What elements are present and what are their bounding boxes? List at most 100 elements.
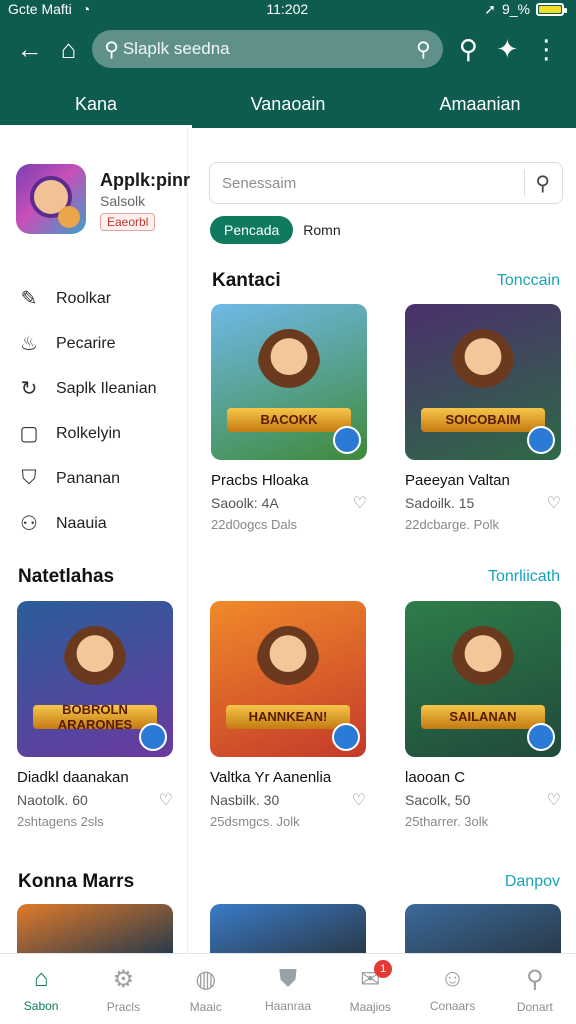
heart-icon[interactable]: ♡ xyxy=(159,790,173,810)
game-subtitle: Sacolk, 50 xyxy=(405,792,471,808)
game-title: Valtka Yr Aanenlia xyxy=(210,769,332,786)
section-see-all-link[interactable]: Tonrliicath xyxy=(488,568,560,586)
sidebar-item-rolkelyin[interactable]: ▢ Rolkelyin xyxy=(18,411,157,456)
game-card[interactable]: SOICOBAIM Paeeyan Valtan Sadoilk. 15 ♡ 22dcb… xyxy=(405,304,561,532)
sidebar-item-saplk-ileanian[interactable]: ↻ Saplk Ileanian xyxy=(18,366,157,411)
nav-haanraa[interactable]: ⛊ Haanraa xyxy=(247,954,329,1024)
tab-kana[interactable]: Kana xyxy=(0,80,192,128)
heart-icon[interactable]: ♡ xyxy=(547,493,561,513)
game-subrow: Sadoilk. 15 ♡ xyxy=(405,493,561,513)
search-submit-icon[interactable]: ⚲ xyxy=(416,37,431,62)
status-bar: Gcte Mafti ◔ 11:202 ➚ 9_% xyxy=(0,0,576,18)
profile-subtitle: Salsolk xyxy=(100,193,146,209)
game-card[interactable]: HANNKEAN! Valtka Yr Aanenlia Nasbilk. 30 ♡ 2… xyxy=(210,601,366,829)
tab-label: Vanaoain xyxy=(250,93,326,114)
section-see-all-link[interactable]: Danpov xyxy=(505,873,560,891)
nav-sabon[interactable]: ⌂ Sabon xyxy=(0,954,82,1024)
game-thumbnail[interactable] xyxy=(405,904,561,953)
sidebar-item-label: Saplk Ileanian xyxy=(56,379,157,397)
platform-badge-icon xyxy=(333,426,361,454)
shield-icon: ⛊ xyxy=(278,965,297,992)
nav-pracls[interactable]: ⚙ Pracls xyxy=(82,954,164,1024)
arrow-left-icon[interactable]: ← xyxy=(10,34,49,65)
game-subrow: Sacolk, 50 ♡ xyxy=(405,790,561,810)
character-art xyxy=(256,625,320,695)
game-subtitle: Naotolk. 60 xyxy=(17,792,88,808)
home-icon[interactable]: ⌂ xyxy=(49,34,88,65)
profile-name: Applk:pinr xyxy=(100,170,190,190)
nav-maaic[interactable]: ◍ Maaic xyxy=(165,954,247,1024)
sidebar-menu: ✎ Roolkar ♨ Pecarire ↻ Saplk Ileanian ▢ Rolk… xyxy=(18,276,157,546)
game-title: laooan C xyxy=(405,769,466,786)
game-subrow: Naotolk. 60 ♡ xyxy=(17,790,173,810)
game-card[interactable]: BOBROLN ARARONES Diadkl daanakan Naotolk. … xyxy=(17,601,173,829)
nav-conaars[interactable]: ☺ Conaars xyxy=(411,954,493,1024)
character-art xyxy=(451,328,515,398)
top-search-text: Slaplk seedna xyxy=(122,39,230,58)
platform-badge-icon xyxy=(332,723,360,751)
section-title: Natetlahas xyxy=(18,566,115,587)
content-search-field[interactable]: Senessaim ⚲ xyxy=(209,162,563,204)
game-thumbnail: BACOKK xyxy=(211,304,367,460)
sidebar-item-roolkar[interactable]: ✎ Roolkar xyxy=(18,276,157,321)
tab-vanaoain[interactable]: Vanaoain xyxy=(192,80,384,128)
game-card[interactable]: BACOKK Pracbs Hloaka Saoolk: 4A ♡ 22d0ogcs D… xyxy=(211,304,367,532)
section-title: Konna Marrs xyxy=(18,871,135,892)
game-thumbnail[interactable] xyxy=(210,904,366,953)
heart-icon[interactable]: ♡ xyxy=(352,790,366,810)
top-search-field[interactable]: ⚲ Slaplk seedna ⚲ xyxy=(92,30,443,68)
nav-maajios[interactable]: ✉ 1 Maajios xyxy=(329,954,411,1024)
accessibility-icon[interactable]: ✦ xyxy=(488,34,527,65)
game-logo: HANNKEAN! xyxy=(225,704,351,729)
sidebar-item-pananan[interactable]: ⛉ Pananan xyxy=(18,456,157,501)
game-card[interactable]: SAILANAN laooan C Sacolk, 50 ♡ 25tharrer. 3o… xyxy=(405,601,561,829)
game-title: Pracbs Hloaka xyxy=(211,472,309,489)
refresh-icon: ↻ xyxy=(20,378,38,400)
game-thumbnail: BOBROLN ARARONES xyxy=(17,601,173,757)
nav-label: Maajios xyxy=(349,999,391,1014)
tab-amaanian[interactable]: Amaanian xyxy=(384,80,576,128)
game-meta: 2shtagens 2sls xyxy=(17,814,104,829)
game-title: Paeeyan Valtan xyxy=(405,472,510,489)
compass-icon: ◍ xyxy=(195,965,217,993)
flame-icon: ♨ xyxy=(20,333,38,355)
gear-icon: ⚙ xyxy=(112,965,135,993)
wifi-icon: ◔ xyxy=(81,1,91,17)
more-vert-icon[interactable]: ⋮ xyxy=(527,34,566,65)
search-icon: ⚲ xyxy=(526,965,544,993)
sidebar: Applk:pinr Salsolk Eaeorbl ✎ Roolkar ♨ Pec… xyxy=(0,128,190,953)
home-icon: ⌂ xyxy=(33,965,49,992)
section-header: Natetlahas Tonrliicath xyxy=(18,566,560,588)
search-icon: ⚲ xyxy=(104,38,119,61)
clock: 11:202 xyxy=(266,1,309,17)
square-icon: ▢ xyxy=(19,423,39,445)
battery-icon xyxy=(536,2,567,16)
nav-label: Maaic xyxy=(189,999,222,1014)
filter-chips: Pencada Romn xyxy=(210,216,341,244)
search-icon[interactable]: ⚲ xyxy=(535,171,550,196)
character-art xyxy=(451,625,515,695)
game-subrow: Nasbilk. 30 ♡ xyxy=(210,790,366,810)
avatar xyxy=(16,164,86,234)
heart-icon[interactable]: ♡ xyxy=(353,493,367,513)
section-see-all-link[interactable]: Tonccain xyxy=(497,272,560,290)
nav-donart[interactable]: ⚲ Donart xyxy=(494,954,576,1024)
sidebar-item-label: Naauia xyxy=(56,514,107,532)
main-content: Senessaim ⚲ Pencada Romn xyxy=(188,128,576,953)
chip-pencada[interactable]: Pencada xyxy=(210,216,294,244)
game-thumbnail: SOICOBAIM xyxy=(405,304,561,460)
profile-card[interactable]: Applk:pinr Salsolk Eaeorbl xyxy=(16,164,190,234)
game-thumbnail[interactable] xyxy=(17,904,173,953)
game-meta: 22d0ogcs Dals xyxy=(211,517,297,532)
smile-icon: ☺ xyxy=(440,965,465,992)
search-icon[interactable]: ⚲ xyxy=(449,34,488,65)
sidebar-item-label: Roolkar xyxy=(56,289,112,307)
sidebar-item-naauia[interactable]: ⚇ Naauia xyxy=(18,501,157,546)
profile-badge: Eaeorbl xyxy=(100,213,156,231)
heart-icon[interactable]: ♡ xyxy=(547,790,561,810)
chip-romn[interactable]: Romn xyxy=(303,216,340,244)
game-subtitle: Sadoilk. 15 xyxy=(405,495,475,511)
sidebar-item-pecarire[interactable]: ♨ Pecarire xyxy=(18,321,157,366)
game-meta: 25tharrer. 3olk xyxy=(405,814,489,829)
section-header: Konna Marrs Danpov xyxy=(18,871,560,893)
